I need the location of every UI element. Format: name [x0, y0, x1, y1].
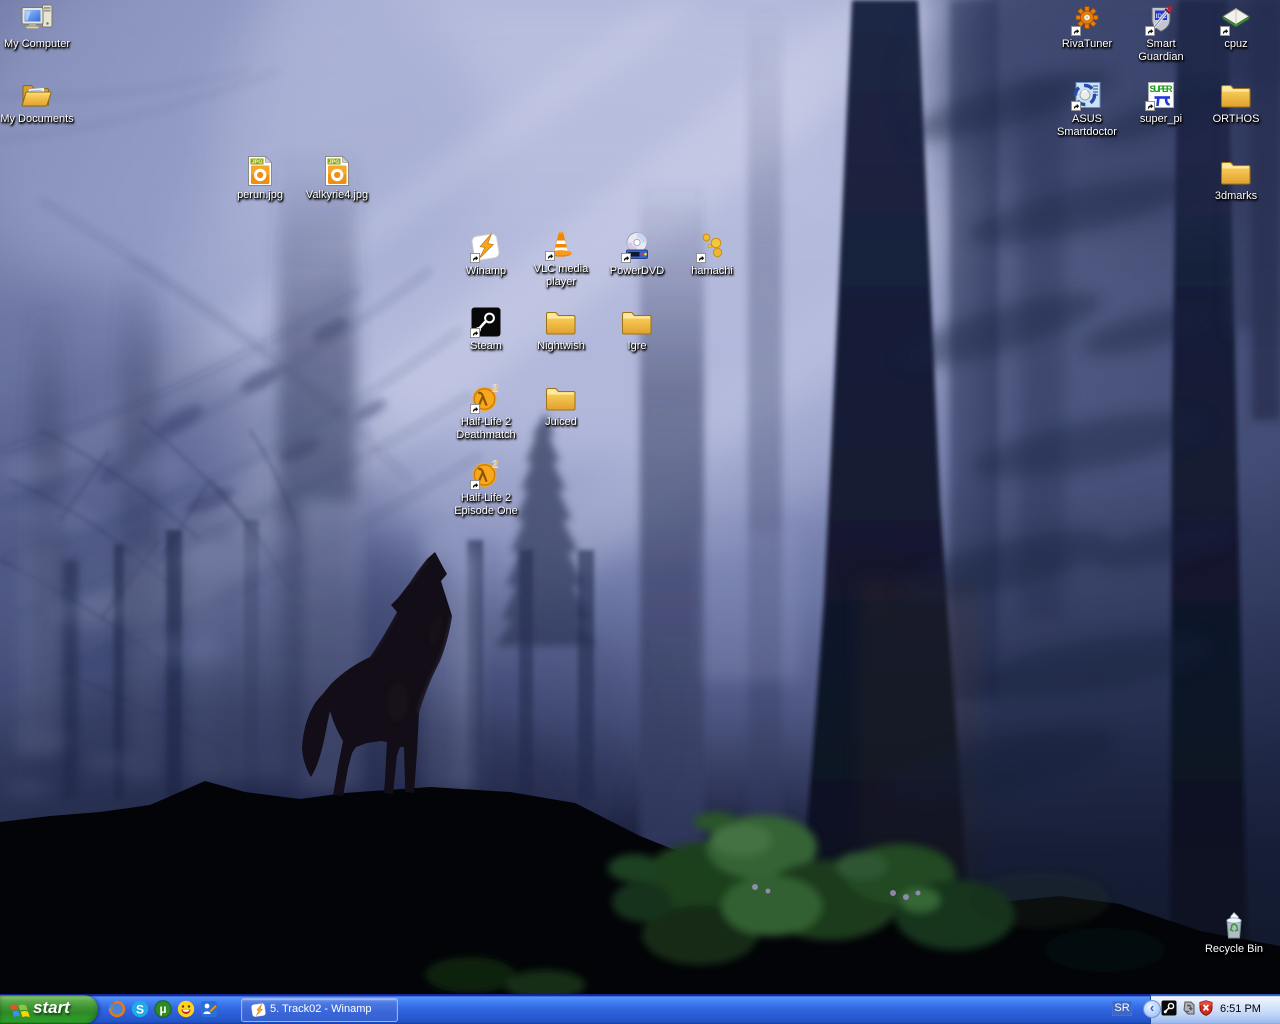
svg-text:S: S: [136, 1003, 144, 1017]
svg-text:SUPER: SUPER: [1150, 84, 1174, 94]
svg-text:μ: μ: [159, 1004, 166, 1016]
